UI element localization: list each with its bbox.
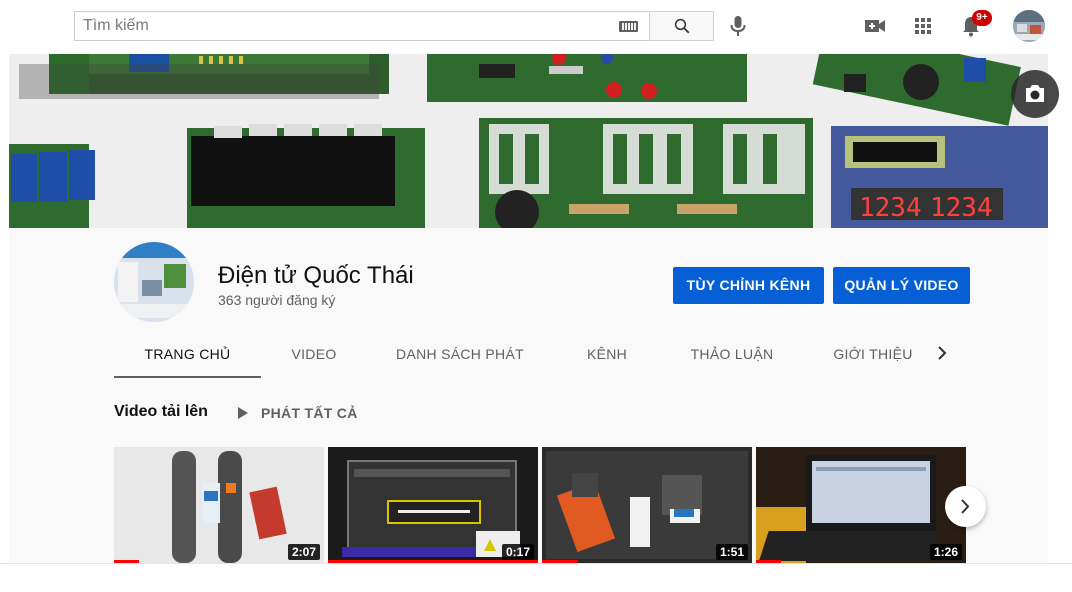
search-box	[74, 11, 650, 41]
channel-banner: 1234 1234	[9, 54, 1048, 228]
video-duration: 1:26	[929, 544, 962, 560]
video-thumbnail[interactable]: 1:51	[542, 447, 752, 563]
tab-discussion[interactable]: THẢO LUẬN	[687, 330, 777, 378]
keyboard-icon[interactable]	[619, 21, 638, 32]
search-input[interactable]	[83, 12, 603, 40]
channel-avatar[interactable]	[114, 242, 194, 322]
banner-display-left: 1234	[859, 193, 922, 223]
camera-icon	[1026, 85, 1044, 102]
masthead: 9+	[0, 0, 1072, 54]
change-banner-button[interactable]	[1011, 70, 1059, 118]
search-button[interactable]	[649, 11, 714, 41]
video-duration: 2:07	[287, 544, 320, 560]
chevron-right-icon	[961, 499, 970, 514]
chevron-right-icon[interactable]	[934, 345, 950, 361]
tab-about[interactable]: GIỚI THIỆU	[832, 330, 914, 378]
video-thumbnail[interactable]: 1:26	[756, 447, 966, 563]
notification-badge: 9+	[972, 10, 992, 26]
tab-channels[interactable]: KÊNH	[582, 330, 632, 378]
tab-home[interactable]: TRANG CHỦ	[114, 330, 261, 378]
video-duration: 0:17	[501, 544, 534, 560]
apps-icon[interactable]	[911, 14, 935, 38]
next-videos-button[interactable]	[945, 486, 986, 527]
subscriber-count: 363 người đăng ký	[218, 292, 336, 308]
manage-videos-button[interactable]: QUẢN LÝ VIDEO	[833, 267, 970, 304]
section-title[interactable]: Video tải lên	[114, 403, 208, 421]
create-video-icon[interactable]	[863, 14, 887, 38]
search-icon	[674, 18, 690, 34]
page-footer-strip	[0, 563, 1072, 592]
play-all-label: PHÁT TẤT CẢ	[261, 405, 358, 421]
channel-name: Điện tử Quốc Thái	[218, 262, 414, 289]
video-thumbnail[interactable]: 2:07	[114, 447, 324, 563]
video-duration: 1:51	[715, 544, 748, 560]
tab-playlists[interactable]: DANH SÁCH PHÁT	[395, 330, 525, 378]
video-thumbnail[interactable]: 0:17	[328, 447, 538, 563]
customize-channel-button[interactable]: TÙY CHỈNH KÊNH	[673, 267, 824, 304]
avatar[interactable]	[1013, 10, 1045, 42]
tab-videos[interactable]: VIDEO	[284, 330, 344, 378]
mic-icon[interactable]	[729, 15, 747, 37]
play-icon	[238, 407, 248, 419]
banner-display-right: 1234	[930, 193, 993, 223]
